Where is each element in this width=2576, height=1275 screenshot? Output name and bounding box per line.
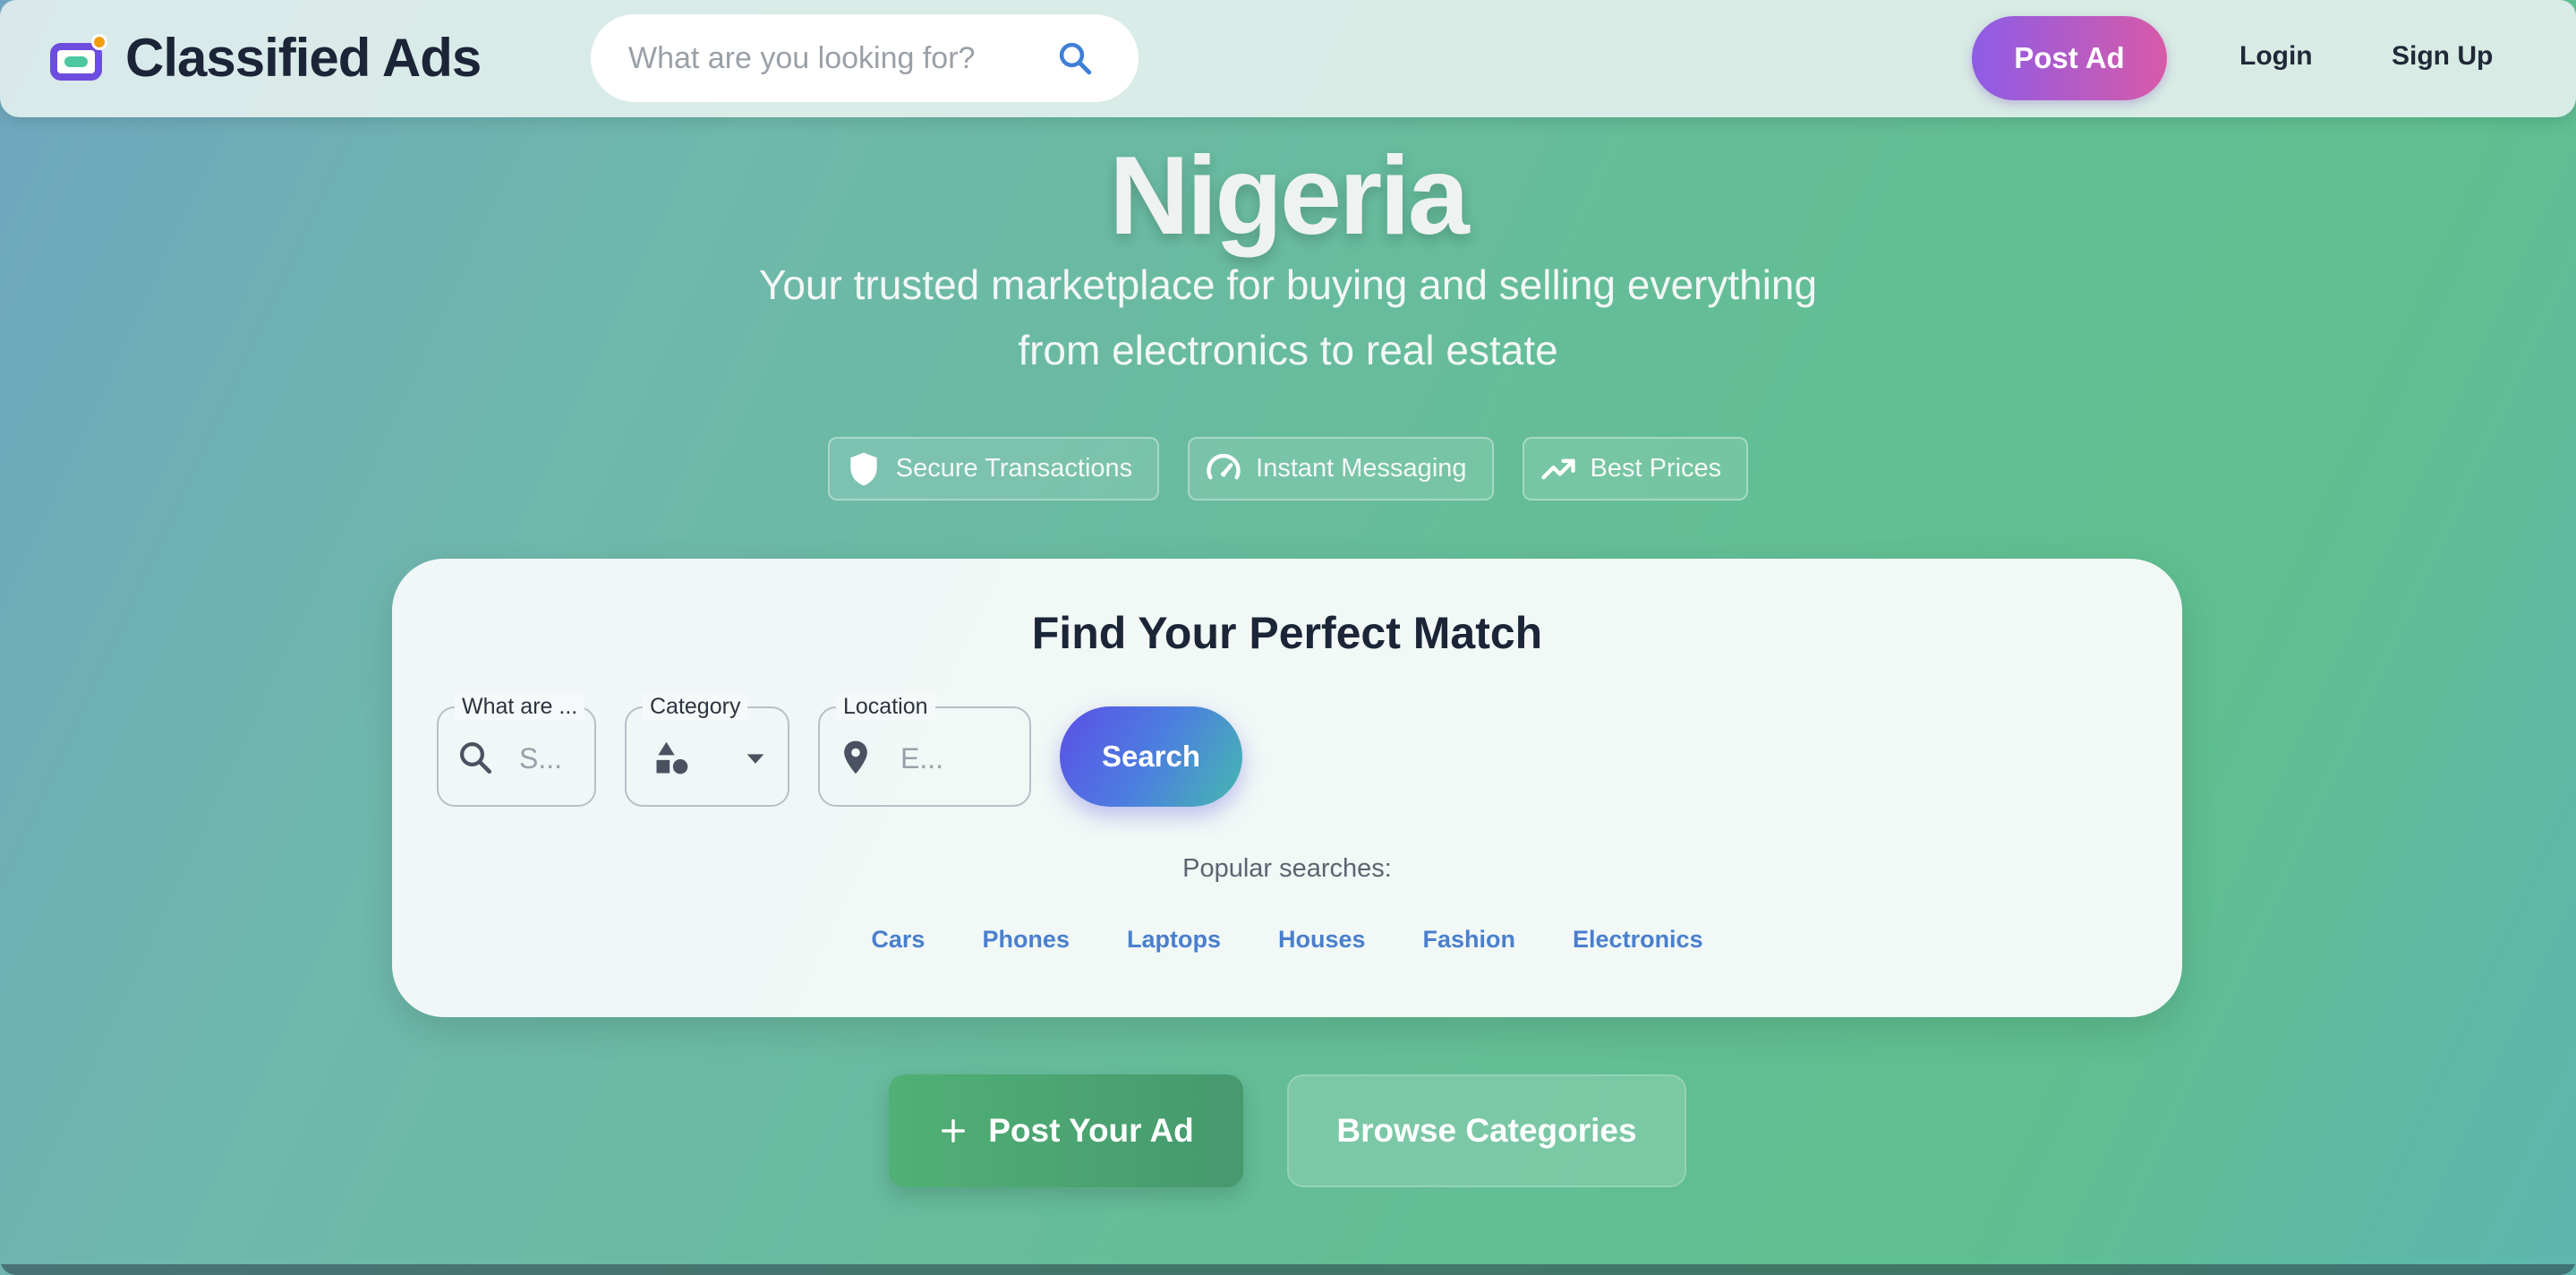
logo-text: Classified Ads: [125, 28, 482, 88]
hero-subtitle: Your trusted marketplace for buying and …: [0, 252, 2576, 383]
category-shapes-icon: [656, 741, 688, 774]
page: Classified Ads Post Ad Login Sign Up Nig…: [0, 0, 2576, 1275]
login-link[interactable]: Login: [2239, 41, 2313, 72]
post-your-ad-button[interactable]: Post Your Ad: [889, 1074, 1243, 1187]
hero-subtitle-line-1: Your trusted marketplace for buying and …: [758, 261, 1818, 308]
location-pin-icon: [844, 740, 867, 774]
keyword-field[interactable]: What are ... S...: [437, 694, 596, 807]
search-card: Find Your Perfect Match What are ... S..…: [392, 559, 2182, 1017]
search-card-title: Find Your Perfect Match: [1031, 608, 1543, 658]
feature-label: Secure Transactions: [895, 454, 1133, 483]
shield-icon: [850, 452, 877, 485]
feature-badge-prices: Best Prices: [1522, 437, 1749, 501]
speedometer-icon: [1207, 453, 1241, 479]
popular-searches: Cars Phones Laptops Houses Fashion Elect…: [392, 926, 2182, 954]
hero-subtitle-line-2: from electronics to real estate: [1018, 327, 1558, 373]
location-field[interactable]: Location E...: [818, 694, 1031, 807]
category-select[interactable]: Category: [625, 694, 789, 807]
search-icon: [460, 742, 492, 774]
popular-search-link[interactable]: Phones: [982, 926, 1070, 954]
popular-searches-label: Popular searches:: [1182, 854, 1392, 883]
post-your-ad-label: Post Your Ad: [988, 1112, 1194, 1149]
feature-badge-messaging: Instant Messaging: [1188, 437, 1494, 501]
keyword-field-label: What are ...: [455, 694, 585, 720]
feature-label: Best Prices: [1590, 454, 1722, 483]
browse-categories-button[interactable]: Browse Categories: [1287, 1074, 1686, 1187]
feature-badge-secure: Secure Transactions: [827, 437, 1160, 501]
popular-search-link[interactable]: Houses: [1278, 926, 1366, 954]
header-search-input[interactable]: [628, 40, 1040, 76]
bottom-edge: [0, 1264, 2576, 1275]
search-icon[interactable]: [1056, 39, 1094, 77]
feature-label: Instant Messaging: [1256, 454, 1467, 483]
popular-search-link[interactable]: Electronics: [1573, 926, 1703, 954]
feature-badges: Secure Transactions Instant Messaging Be…: [0, 437, 2576, 501]
location-placeholder: E...: [900, 742, 944, 774]
post-ad-button[interactable]: Post Ad: [1972, 16, 2167, 100]
top-nav-bar: Classified Ads Post Ad Login Sign Up: [0, 0, 2576, 117]
logo[interactable]: Classified Ads: [48, 27, 482, 89]
header-search-box[interactable]: [591, 14, 1139, 102]
search-button[interactable]: Search: [1060, 706, 1242, 807]
category-field-label: Category: [643, 694, 748, 720]
location-field-label: Location: [836, 694, 935, 720]
chevron-down-icon: [746, 754, 764, 764]
logo-icon: [48, 32, 107, 84]
popular-search-link[interactable]: Cars: [871, 926, 925, 954]
hero-title: Nigeria: [1109, 134, 1469, 258]
popular-search-link[interactable]: Fashion: [1423, 926, 1516, 954]
plus-icon: [942, 1118, 966, 1143]
signup-link[interactable]: Sign Up: [2392, 41, 2493, 72]
keyword-placeholder: S...: [519, 742, 563, 774]
popular-search-link[interactable]: Laptops: [1127, 926, 1221, 954]
trending-up-icon: [1540, 458, 1575, 479]
